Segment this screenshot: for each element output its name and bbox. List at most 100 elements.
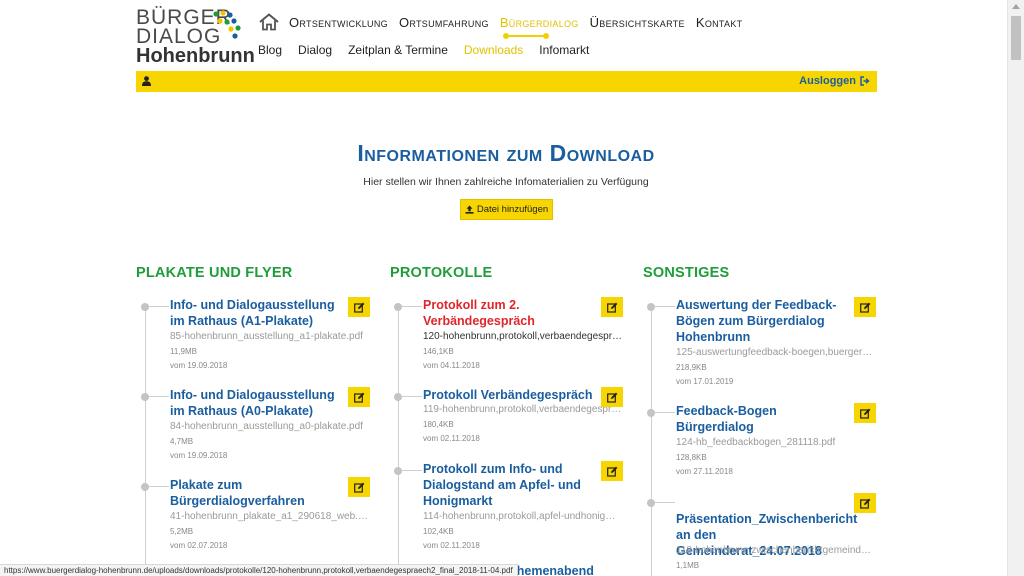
nav-ortsumfahrung[interactable]: Ortsumfahrung (399, 15, 489, 30)
sub-navigation: Blog Dialog Zeitplan & Termine Downloads… (258, 43, 605, 57)
timeline-connector (149, 486, 169, 487)
edit-icon (353, 302, 364, 313)
timeline-dot (647, 303, 655, 311)
add-file-button[interactable]: Datei hinzufügen (460, 199, 553, 220)
download-title[interactable]: Plakate zum Bürgerdialogverfahren (170, 477, 348, 509)
edit-icon (606, 466, 617, 477)
timeline-connector (655, 412, 675, 413)
download-title[interactable]: Info- und Dialogausstellung im Rathaus (… (170, 387, 348, 419)
sign-out-icon (860, 76, 870, 86)
timeline-dot (394, 303, 402, 311)
file-size: 5,2MB (170, 527, 194, 536)
file-name: 125-auswertungfeedback-boegen,buergerdia… (676, 347, 876, 358)
edit-button[interactable] (601, 387, 623, 407)
timeline-line (651, 304, 652, 576)
download-title[interactable]: Protokoll Verbändegespräch (423, 387, 601, 403)
timeline-connector (149, 306, 169, 307)
file-name: 119-hohenbrunn,protokoll,verbaendegespra… (423, 404, 623, 415)
section-heading-sonstiges: SONSTIGES (643, 265, 730, 281)
file-name: 114-hohenbrunn,protokoll,apfel-undhonigm… (423, 511, 623, 522)
page-scrollbar[interactable] (1007, 0, 1024, 576)
file-name: 85-hohenbrunn_ausstellung_a1-plakate.pdf (170, 331, 363, 342)
timeline-connector (149, 396, 169, 397)
file-name: 118-hohenbrunn,zwischenberichtgemeindera… (676, 545, 876, 556)
nav-ortsentwicklung[interactable]: Ortsentwicklung (289, 15, 388, 30)
download-title[interactable]: Protokoll zum 2. Verbändegespräch (423, 297, 601, 329)
edit-button[interactable] (348, 477, 370, 497)
logo-line-2: DIALOG (136, 25, 222, 48)
browser-status-url: https://www.buergerdialog-hohenbrunn.de/… (0, 564, 518, 576)
page-subtitle: Hier stellen wir Ihnen zahlreiche Infoma… (363, 176, 649, 188)
timeline-line (145, 304, 146, 576)
timeline-dot (647, 409, 655, 417)
edit-button[interactable] (854, 403, 876, 423)
timeline-connector (655, 306, 675, 307)
nav-uebersichtskarte[interactable]: Übersichtskarte (590, 15, 685, 30)
edit-icon (606, 302, 617, 313)
home-icon[interactable] (258, 13, 280, 31)
file-date: vom 04.11.2018 (423, 361, 480, 370)
scrollbar-thumb[interactable] (1011, 16, 1021, 60)
edit-icon (606, 392, 617, 403)
subnav-dialog[interactable]: Dialog (298, 43, 332, 57)
timeline-dot (141, 483, 149, 491)
user-bar: Ausloggen (136, 71, 877, 92)
file-date: vom 02.07.2018 (170, 541, 228, 550)
page-title: Informationen zum Download (357, 140, 655, 166)
download-title[interactable]: Auswertung der Feedback-Bögen zum Bürger… (676, 297, 854, 345)
logout-link[interactable]: Ausloggen (799, 75, 870, 87)
file-date: vom 19.09.2018 (170, 451, 228, 460)
edit-button[interactable] (854, 297, 876, 317)
logo-line-3: Hohenbrunn (136, 45, 255, 67)
file-date: vom 17.01.2019 (676, 377, 734, 386)
subnav-zeitplan[interactable]: Zeitplan & Termine (348, 43, 448, 57)
add-file-label: Datei hinzufügen (476, 204, 549, 215)
timeline-connector (402, 306, 422, 307)
edit-button[interactable] (854, 493, 876, 513)
file-name: 124-hb_feedbackbogen_281118.pdf (676, 437, 836, 448)
logo-dots-icon (213, 10, 241, 39)
edit-button[interactable] (601, 461, 623, 481)
download-title[interactable]: Protokoll zum Info- und Dialogstand am A… (423, 461, 601, 509)
user-icon[interactable] (142, 76, 151, 86)
download-title[interactable]: Info- und Dialogausstellung im Rathaus (… (170, 297, 348, 329)
nav-buergerdialog[interactable]: Bürgerdialog (500, 15, 579, 30)
file-size: 4,7MB (170, 437, 194, 446)
edit-button[interactable] (348, 297, 370, 317)
file-date: vom 02.11.2018 (423, 541, 480, 550)
download-list-protokolle: Protokoll zum 2. Verbändegespräch 120-ho… (389, 294, 624, 576)
file-size: 180,4KB (423, 420, 454, 429)
file-name: 41-hohenbrunn_plakate_a1_290618_web.pdf (170, 511, 370, 522)
file-name: 120-hohenbrunn,protokoll,verbaendegespra… (423, 331, 623, 342)
nav-kontakt[interactable]: Kontakt (696, 15, 743, 30)
scroll-up-arrow-icon[interactable] (1012, 4, 1020, 9)
timeline-connector (402, 470, 422, 471)
timeline-connector (402, 396, 422, 397)
file-size: 11,9MB (170, 347, 197, 356)
file-date: vom 27.11.2018 (676, 467, 733, 476)
edit-button[interactable] (601, 297, 623, 317)
upload-icon (465, 205, 474, 214)
main-navigation: Ortsentwicklung Ortsumfahrung Bürgerdial… (258, 12, 753, 32)
timeline-connector (655, 502, 675, 503)
file-name: 84-hohenbrunn_ausstellung_a0-plakate.pdf (170, 421, 363, 432)
file-size: 146,1KB (423, 347, 454, 356)
file-date: vom 02.11.2018 (423, 434, 480, 443)
subnav-downloads[interactable]: Downloads (464, 43, 523, 57)
edit-icon (859, 498, 870, 509)
logout-label: Ausloggen (799, 75, 856, 87)
timeline-dot (141, 303, 149, 311)
timeline-dot (394, 393, 402, 401)
edit-icon (353, 392, 364, 403)
site-logo[interactable]: BÜRGER DIALOG Hohenbrunn (136, 7, 256, 67)
download-title[interactable]: Feedback-Bogen Bürgerdialog (676, 403, 854, 435)
timeline-line (398, 304, 399, 576)
download-list-plakate: Info- und Dialogausstellung im Rathaus (… (136, 294, 371, 576)
edit-button[interactable] (348, 387, 370, 407)
active-nav-indicator (503, 33, 549, 39)
subnav-infomarkt[interactable]: Infomarkt (539, 43, 589, 57)
subnav-blog[interactable]: Blog (258, 43, 282, 57)
file-size: 128,8KB (676, 453, 707, 462)
file-size: 218,9KB (676, 363, 707, 372)
file-date: vom 19.09.2018 (170, 361, 228, 370)
